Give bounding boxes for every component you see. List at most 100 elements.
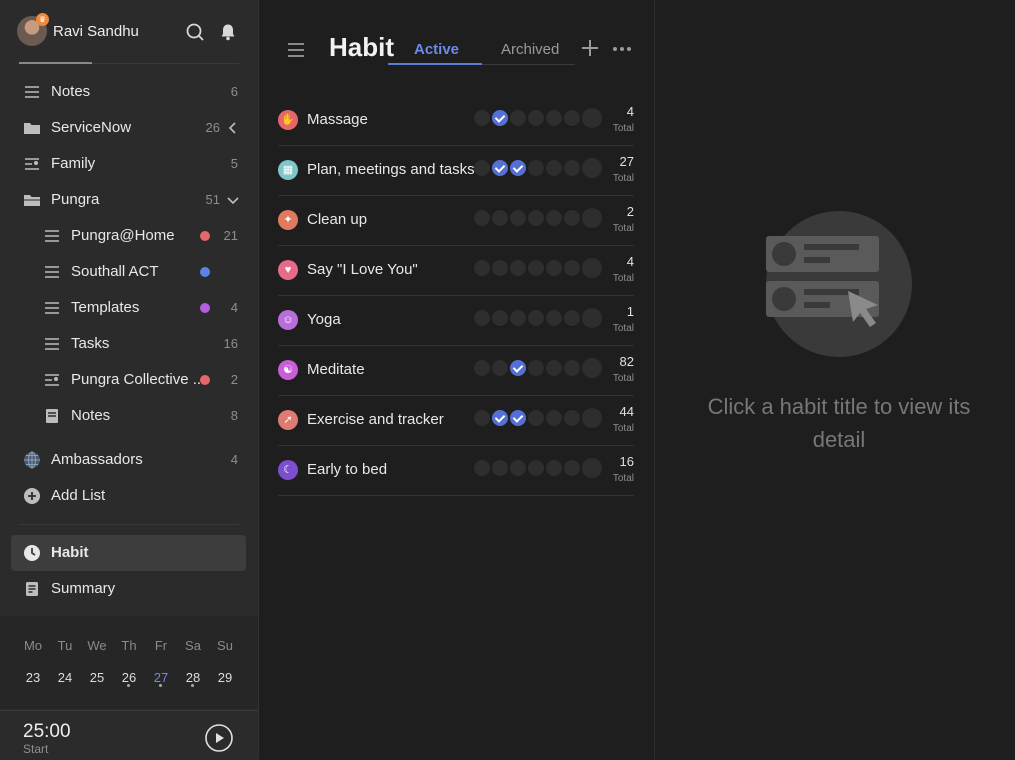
day-check[interactable] [546, 410, 562, 426]
habit-row[interactable]: ☾ Early to bed 16 Total [278, 445, 634, 496]
day-check[interactable] [528, 110, 544, 126]
day-check-done[interactable] [492, 160, 508, 176]
day-check[interactable] [528, 160, 544, 176]
sidebar-item-summary[interactable]: Summary [11, 571, 246, 607]
day-check[interactable] [582, 408, 602, 428]
day-check[interactable] [492, 260, 508, 276]
day-check[interactable] [528, 260, 544, 276]
day-check[interactable] [492, 310, 508, 326]
day-check[interactable] [528, 360, 544, 376]
day-check-done[interactable] [492, 110, 508, 126]
day-check[interactable] [564, 160, 580, 176]
day-check[interactable] [528, 210, 544, 226]
day-check[interactable] [510, 110, 526, 126]
day-check[interactable] [474, 210, 490, 226]
menu-icon[interactable] [286, 40, 306, 60]
habit-row[interactable]: ✋ Massage 4 Total [278, 95, 634, 146]
day-check[interactable] [528, 460, 544, 476]
day-check[interactable] [546, 310, 562, 326]
habit-name[interactable]: Yoga [307, 311, 341, 328]
day-check[interactable] [492, 210, 508, 226]
sidebar-item-templates[interactable]: Templates 4 [11, 290, 246, 326]
chevron-down-icon[interactable] [226, 193, 240, 207]
calendar-date[interactable]: 28 [177, 670, 209, 685]
sidebar-item-tasks[interactable]: Tasks 16 [11, 326, 246, 362]
day-check[interactable] [474, 110, 490, 126]
day-check[interactable] [582, 308, 602, 328]
add-list-button[interactable]: Add List [11, 478, 246, 514]
more-icon[interactable] [611, 39, 633, 59]
day-check[interactable] [528, 310, 544, 326]
day-check[interactable] [546, 160, 562, 176]
bell-icon[interactable] [218, 22, 238, 42]
day-check[interactable] [474, 460, 490, 476]
calendar-date[interactable]: 26 [113, 670, 145, 685]
user-name[interactable]: Ravi Sandhu [53, 23, 139, 40]
day-check[interactable] [564, 210, 580, 226]
calendar-date-today[interactable]: 27 [145, 670, 177, 685]
day-check[interactable] [546, 110, 562, 126]
day-check-done[interactable] [492, 410, 508, 426]
calendar-date[interactable]: 23 [17, 670, 49, 685]
day-check[interactable] [564, 360, 580, 376]
habit-name[interactable]: Massage [307, 111, 368, 128]
day-check[interactable] [510, 210, 526, 226]
day-check[interactable] [564, 310, 580, 326]
habit-name[interactable]: Clean up [307, 211, 367, 228]
habit-name[interactable]: Exercise and tracker [307, 411, 444, 428]
tab-archived[interactable]: Archived [501, 41, 559, 58]
day-check[interactable] [564, 110, 580, 126]
play-button[interactable] [205, 724, 233, 752]
day-check[interactable] [564, 410, 580, 426]
day-check-done[interactable] [510, 160, 526, 176]
day-check[interactable] [510, 260, 526, 276]
day-check[interactable] [582, 258, 602, 278]
day-check[interactable] [510, 310, 526, 326]
tab-active[interactable]: Active [414, 41, 459, 58]
habit-row[interactable]: ✦ Clean up 2 Total [278, 195, 634, 246]
day-check[interactable] [546, 460, 562, 476]
day-check[interactable] [474, 360, 490, 376]
day-check[interactable] [546, 260, 562, 276]
day-check[interactable] [492, 360, 508, 376]
sidebar-item-pungra-collective[interactable]: Pungra Collective ... 2 [11, 362, 246, 398]
day-check[interactable] [582, 158, 602, 178]
day-check[interactable] [474, 410, 490, 426]
habit-name[interactable]: Early to bed [307, 461, 387, 478]
day-check[interactable] [582, 208, 602, 228]
chevron-left-icon[interactable] [226, 121, 240, 135]
sidebar-item-notes[interactable]: Notes 6 [11, 74, 246, 110]
calendar-date[interactable]: 29 [209, 670, 241, 685]
sidebar-item-ambassadors[interactable]: Ambassadors 4 [11, 442, 246, 478]
add-habit-button[interactable] [580, 38, 600, 58]
sidebar-item-family[interactable]: Family 5 [11, 146, 246, 182]
calendar-date[interactable]: 24 [49, 670, 81, 685]
sidebar-item-pungra-home[interactable]: Pungra@Home 21 [11, 218, 246, 254]
habit-name[interactable]: Meditate [307, 361, 365, 378]
habit-row[interactable]: ♥ Say "I Love You" 4 Total [278, 245, 634, 296]
day-check[interactable] [474, 160, 490, 176]
day-check[interactable] [546, 210, 562, 226]
day-check-done[interactable] [510, 360, 526, 376]
day-check[interactable] [492, 460, 508, 476]
day-check[interactable] [474, 310, 490, 326]
habit-name[interactable]: Say "I Love You" [307, 261, 418, 278]
habit-row[interactable]: ☺ Yoga 1 Total [278, 295, 634, 346]
sidebar-item-servicenow[interactable]: ServiceNow 26 [11, 110, 246, 146]
habit-row[interactable]: ☯ Meditate 82 Total [278, 345, 634, 396]
day-check[interactable] [564, 260, 580, 276]
day-check[interactable] [546, 360, 562, 376]
sidebar-item-pungra-notes[interactable]: Notes 8 [11, 398, 246, 434]
sidebar-item-habit[interactable]: Habit [11, 535, 246, 571]
habit-row[interactable]: ▦ Plan, meetings and tasks 27 Total [278, 145, 634, 196]
sidebar-item-southall-act[interactable]: Southall ACT [11, 254, 246, 290]
day-check[interactable] [582, 458, 602, 478]
calendar-date[interactable]: 25 [81, 670, 113, 685]
day-check[interactable] [528, 410, 544, 426]
sidebar-item-pungra[interactable]: Pungra 51 [11, 182, 246, 218]
search-icon[interactable] [185, 22, 205, 42]
habit-row[interactable]: ➚ Exercise and tracker 44 Total [278, 395, 634, 446]
day-check[interactable] [582, 358, 602, 378]
day-check[interactable] [474, 260, 490, 276]
day-check-done[interactable] [510, 410, 526, 426]
